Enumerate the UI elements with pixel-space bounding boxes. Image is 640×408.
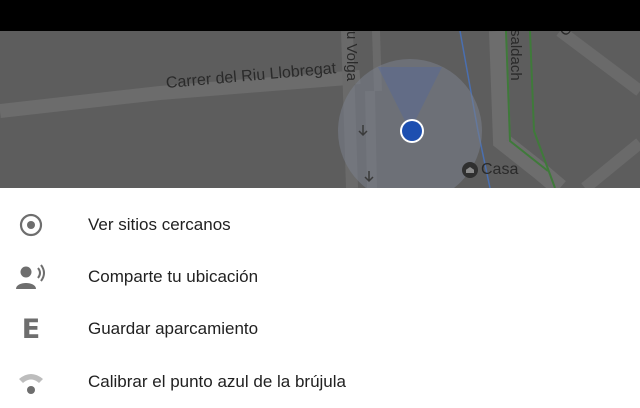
menu-item-label: Ver sitios cercanos <box>88 215 231 234</box>
menu-item-save-parking[interactable]: E Guardar aparcamiento <box>0 303 640 355</box>
menu-item-label: Guardar aparcamiento <box>88 319 259 338</box>
street-label-casaldach: saldach <box>507 31 524 81</box>
menu-item-calibrate-compass[interactable]: Calibrar el punto azul de la brújula <box>0 356 640 408</box>
bottom-sheet-menu: Ver sitios cercanos Comparte tu ubicació… <box>0 188 640 401</box>
map-view[interactable]: Carrer del Riu Llobregat u Volga saldach… <box>0 31 640 188</box>
parking-e-icon: E <box>21 313 41 345</box>
status-bar <box>0 0 640 31</box>
home-pin-icon <box>462 162 478 178</box>
target-icon <box>14 208 48 242</box>
map-roads <box>0 31 640 188</box>
street-label-volga: u Volga <box>343 31 360 82</box>
share-location-person-icon <box>14 260 48 294</box>
menu-item-label: Calibrar el punto azul de la brújula <box>88 372 346 391</box>
menu-item-share-location[interactable]: Comparte tu ubicación <box>0 251 640 303</box>
place-label: Casa <box>481 161 519 178</box>
current-location-marker[interactable] <box>400 119 424 143</box>
wifi-signal-icon <box>14 365 48 399</box>
place-casa[interactable]: Casa <box>462 161 518 179</box>
menu-item-label: Comparte tu ubicación <box>88 267 259 286</box>
menu-item-nearby-places[interactable]: Ver sitios cercanos <box>0 199 640 251</box>
blue-dot-location-icon <box>402 121 422 141</box>
